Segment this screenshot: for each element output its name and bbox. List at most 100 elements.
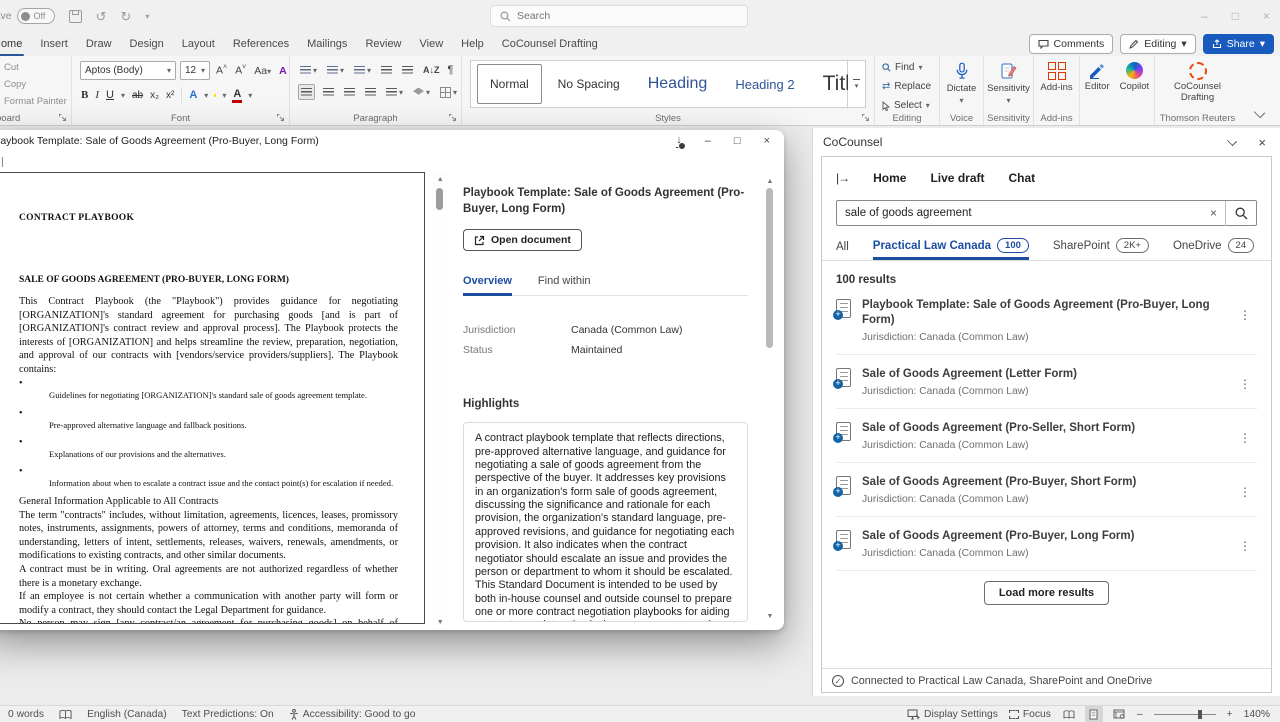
autosave-toggle[interactable]: AutoSave Off — [0, 8, 55, 24]
save-icon[interactable] — [69, 10, 82, 23]
tab-insert[interactable]: Insert — [31, 32, 77, 56]
result-more-icon[interactable]: ⋮ — [1233, 427, 1257, 449]
result-item[interactable]: + Sale of Goods Agreement (Letter Form)J… — [836, 355, 1257, 409]
subscript-button[interactable]: x₂ — [150, 90, 159, 101]
filter-onedrive[interactable]: OneDrive 24 — [1173, 238, 1254, 260]
result-title[interactable]: Sale of Goods Agreement (Pro-Buyer, Long… — [862, 530, 1134, 542]
style-no-spacing[interactable]: No Spacing — [546, 64, 632, 104]
language-indicator[interactable]: English (Canada) — [87, 709, 167, 720]
decrease-indent-button[interactable] — [379, 62, 394, 78]
result-title[interactable]: Sale of Goods Agreement (Pro-Seller, Sho… — [862, 422, 1135, 434]
tab-review[interactable]: Review — [356, 32, 410, 56]
collapse-panel-icon[interactable]: |→ — [836, 171, 849, 185]
app-search-box[interactable] — [490, 5, 748, 27]
clear-formatting-button[interactable]: A — [277, 65, 289, 77]
sort-button[interactable]: A↓Z — [421, 62, 442, 78]
maximize-icon[interactable]: □ — [1232, 9, 1239, 23]
download-icon[interactable]: ↓ — [676, 135, 682, 148]
result-title[interactable]: Playbook Template: Sale of Goods Agreeme… — [862, 299, 1210, 326]
cocounsel-drafting-button[interactable]: CoCounsel Drafting — [1155, 62, 1240, 104]
tab-draw[interactable]: Draw — [77, 32, 121, 56]
align-center-button[interactable] — [321, 84, 336, 100]
proofing-book-icon[interactable] — [59, 709, 72, 720]
details-scrollbar[interactable]: ▲ ▼ — [764, 174, 776, 624]
font-color-button[interactable]: A — [233, 88, 241, 102]
document-page[interactable]: CONTRACT PLAYBOOK SALE OF GOODS AGREEMEN… — [0, 172, 425, 624]
panel-close-icon[interactable]: × — [1258, 135, 1266, 150]
paragraph-dialog-launcher-icon[interactable] — [448, 113, 457, 122]
editor-button[interactable]: Editor — [1085, 62, 1110, 125]
result-item[interactable]: + Sale of Goods Agreement (Pro-Seller, S… — [836, 409, 1257, 463]
align-right-button[interactable] — [342, 84, 357, 100]
open-document-button[interactable]: Open document — [463, 229, 582, 251]
line-spacing-button[interactable]: ▾ — [384, 84, 405, 100]
find-button[interactable]: Find ▾ — [882, 60, 939, 75]
document-preview-pane[interactable]: CONTRACT PLAYBOOK SALE OF GOODS AGREEMEN… — [0, 172, 433, 630]
scroll-down-icon[interactable]: ▼ — [433, 619, 447, 626]
qat-more-icon[interactable]: ▾ — [145, 12, 149, 21]
tab-mailings[interactable]: Mailings — [298, 32, 356, 56]
autosave-switch[interactable]: Off — [17, 8, 55, 24]
panel-chevron-down-icon[interactable] — [1227, 135, 1237, 145]
web-layout-view-icon[interactable] — [1112, 708, 1126, 720]
style-heading2[interactable]: Heading 2 — [723, 64, 806, 104]
font-size-select[interactable]: 12 ▾ — [180, 61, 210, 80]
font-name-select[interactable]: Aptos (Body) ▾ — [80, 61, 176, 80]
tab-layout[interactable]: Layout — [173, 32, 224, 56]
collapse-ribbon-icon[interactable] — [1254, 107, 1265, 118]
numbering-button[interactable]: ▾ — [325, 62, 346, 78]
focus-button[interactable]: Focus — [1009, 709, 1051, 720]
result-title[interactable]: Sale of Goods Agreement (Pro-Buyer, Shor… — [862, 476, 1136, 488]
bold-button[interactable]: B — [81, 89, 88, 101]
font-dialog-launcher-icon[interactable] — [276, 113, 285, 122]
tab-view[interactable]: View — [411, 32, 453, 56]
align-left-button[interactable] — [298, 84, 315, 100]
copilot-button[interactable]: Copilot — [1120, 62, 1150, 125]
styles-dialog-launcher-icon[interactable] — [861, 113, 870, 122]
zoom-in-icon[interactable]: + — [1227, 709, 1233, 720]
close-icon[interactable]: × — [764, 135, 770, 147]
document-scrollbar[interactable]: ▲ ▼ — [433, 172, 447, 630]
styles-gallery-more-button[interactable]: ▾ — [848, 60, 866, 108]
select-button[interactable]: Select ▾ — [882, 98, 939, 113]
result-item[interactable]: + Sale of Goods Agreement (Pro-Buyer, Sh… — [836, 463, 1257, 517]
maximize-icon[interactable]: □ — [734, 135, 741, 147]
scroll-up-icon[interactable]: ▲ — [433, 176, 447, 183]
tab-help[interactable]: Help — [452, 32, 493, 56]
tab-overview[interactable]: Overview — [463, 275, 512, 295]
cocounsel-search-input[interactable] — [837, 207, 1202, 219]
load-more-results-button[interactable]: Load more results — [984, 581, 1109, 605]
nav-home[interactable]: Home — [873, 171, 906, 185]
strikethrough-button[interactable]: ab — [132, 90, 143, 101]
clear-search-icon[interactable]: × — [1202, 206, 1225, 220]
bullets-button[interactable]: ▾ — [298, 62, 319, 78]
filter-practical-law-canada[interactable]: Practical Law Canada 100 — [873, 238, 1029, 260]
justify-button[interactable] — [363, 84, 378, 100]
playbook-window-titlebar[interactable]: Playbook Template: Sale of Goods Agreeme… — [0, 130, 784, 152]
close-icon[interactable]: × — [1263, 9, 1270, 23]
scroll-up-icon[interactable]: ▲ — [764, 178, 776, 185]
zoom-level[interactable]: 140% — [1244, 709, 1270, 720]
text-predictions-indicator[interactable]: Text Predictions: On — [182, 709, 274, 720]
change-case-button[interactable]: Aa▾ — [252, 65, 273, 77]
dictate-button[interactable]: Dictate ▾ — [940, 62, 983, 105]
shading-button[interactable]: ▾ — [411, 84, 432, 100]
redo-icon[interactable]: ↻ — [120, 10, 131, 23]
tab-design[interactable]: Design — [121, 32, 173, 56]
zoom-slider[interactable] — [1154, 714, 1216, 715]
scrollbar-thumb[interactable] — [436, 188, 443, 210]
sensitivity-button[interactable]: Sensitivity ▾ — [984, 62, 1033, 105]
result-more-icon[interactable]: ⋮ — [1233, 535, 1257, 557]
result-more-icon[interactable]: ⋮ — [1233, 481, 1257, 503]
format-painter-button[interactable]: Format Painter — [0, 93, 71, 110]
replace-button[interactable]: ⇄ Replace — [882, 79, 939, 94]
result-title[interactable]: Sale of Goods Agreement (Letter Form) — [862, 368, 1077, 380]
comments-button[interactable]: Comments — [1029, 34, 1114, 54]
multilevel-list-button[interactable]: ▾ — [352, 62, 373, 78]
scrollbar-thumb[interactable] — [766, 188, 773, 348]
copy-button[interactable]: Copy — [0, 76, 71, 93]
search-submit-button[interactable] — [1226, 207, 1256, 220]
shrink-font-button[interactable]: A˅ — [233, 64, 248, 77]
increase-indent-button[interactable] — [400, 62, 415, 78]
word-count[interactable]: 0 words — [8, 709, 44, 720]
